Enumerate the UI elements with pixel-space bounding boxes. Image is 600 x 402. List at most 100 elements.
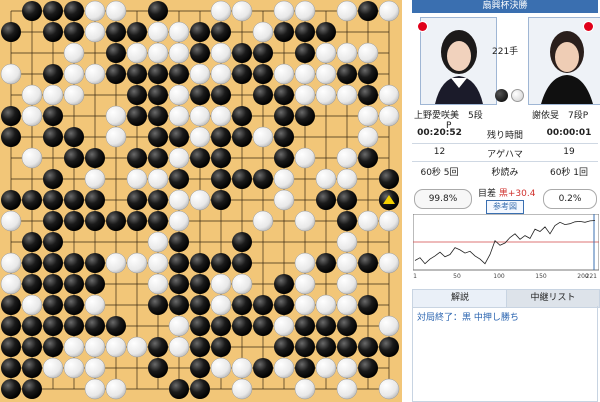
move-count: 221手 (492, 47, 519, 57)
white-time-left: 00:00:01 (546, 128, 592, 138)
white-stone (357, 105, 379, 127)
white-stone (294, 294, 316, 316)
black-stone (358, 85, 378, 105)
black-stone (148, 211, 168, 231)
white-stone (84, 378, 106, 400)
black-stone (169, 64, 189, 84)
black-stone (43, 106, 63, 126)
time-row: 00:20:52 残り時間 00:00:01 (412, 125, 598, 142)
graph-tick-label: 221 (586, 273, 598, 280)
black-stone (106, 43, 126, 63)
black-stone (295, 337, 315, 357)
white-stone (63, 63, 85, 85)
reference-diagram-button[interactable]: 参考図 (486, 200, 524, 214)
white-stone (273, 357, 295, 379)
black-stone (232, 232, 252, 252)
black-stone (127, 148, 147, 168)
go-board[interactable] (0, 0, 402, 402)
white-stone (84, 294, 106, 316)
black-stone (1, 358, 21, 378)
white-stone (147, 168, 169, 190)
black-stone (43, 64, 63, 84)
white-stone (336, 168, 358, 190)
black-stone (253, 43, 273, 63)
white-stone (63, 357, 85, 379)
last-move-marker (379, 190, 399, 210)
white-stone (315, 84, 337, 106)
time-label: 残り時間 (486, 131, 523, 141)
graph-tick-label: 1 (413, 273, 417, 280)
panel-tabs: 解説 中継リスト (412, 289, 600, 308)
black-stone (148, 1, 168, 21)
white-stone (147, 231, 169, 253)
black-stone (358, 358, 378, 378)
white-stone (378, 84, 400, 106)
white-stone (84, 63, 106, 85)
white-win-rate: 0.2% (543, 189, 597, 209)
white-stone (147, 21, 169, 43)
white-stone (168, 105, 190, 127)
black-stone (148, 337, 168, 357)
white-stone (273, 315, 295, 337)
black-stone (148, 148, 168, 168)
white-stone (126, 42, 148, 64)
black-stone (274, 148, 294, 168)
black-stone (43, 211, 63, 231)
black-stone (64, 211, 84, 231)
white-stone (315, 63, 337, 85)
white-player-name: 謝依旻 7段P (532, 111, 589, 121)
black-stone (211, 337, 231, 357)
black-stone (64, 148, 84, 168)
black-stone (22, 253, 42, 273)
white-stone (336, 42, 358, 64)
black-stone (148, 295, 168, 315)
black-stone (190, 295, 210, 315)
black-stone (22, 232, 42, 252)
white-stone (168, 315, 190, 337)
white-stone (273, 63, 295, 85)
white-stone (378, 0, 400, 22)
black-stone (274, 337, 294, 357)
black-stone (22, 190, 42, 210)
black-stone (169, 253, 189, 273)
black-stone (43, 253, 63, 273)
black-stone (211, 22, 231, 42)
white-stone (105, 0, 127, 22)
black-stone (190, 337, 210, 357)
white-stone (315, 294, 337, 316)
black-stone (64, 316, 84, 336)
white-stone (294, 252, 316, 274)
black-stone (211, 190, 231, 210)
black-stone (22, 1, 42, 21)
black-win-rate: 99.8% (414, 189, 472, 209)
white-stone (105, 336, 127, 358)
black-stone (169, 379, 189, 399)
commentary-text: 対局終了：黒 中押し勝ち (412, 306, 598, 402)
black-stone (1, 106, 21, 126)
white-stone (273, 0, 295, 22)
white-stone (294, 378, 316, 400)
white-stone-icon (511, 89, 524, 102)
black-stone (274, 295, 294, 315)
white-stone (21, 294, 43, 316)
black-stone (337, 337, 357, 357)
white-stone (357, 42, 379, 64)
white-stone (84, 168, 106, 190)
white-stone (63, 42, 85, 64)
black-stone (43, 169, 63, 189)
black-stone (127, 85, 147, 105)
black-stone (253, 64, 273, 84)
white-stone (210, 273, 232, 295)
black-stone (379, 337, 399, 357)
white-stone (105, 378, 127, 400)
black-stone (232, 127, 252, 147)
white-stone (336, 273, 358, 295)
graph-tick-label: 50 (453, 273, 461, 280)
byoyomi-label: 秒読み (491, 168, 519, 178)
black-stone (85, 190, 105, 210)
black-stone (358, 253, 378, 273)
white-stone (378, 378, 400, 400)
white-stone (210, 294, 232, 316)
white-stone (294, 273, 316, 295)
white-stone (315, 168, 337, 190)
